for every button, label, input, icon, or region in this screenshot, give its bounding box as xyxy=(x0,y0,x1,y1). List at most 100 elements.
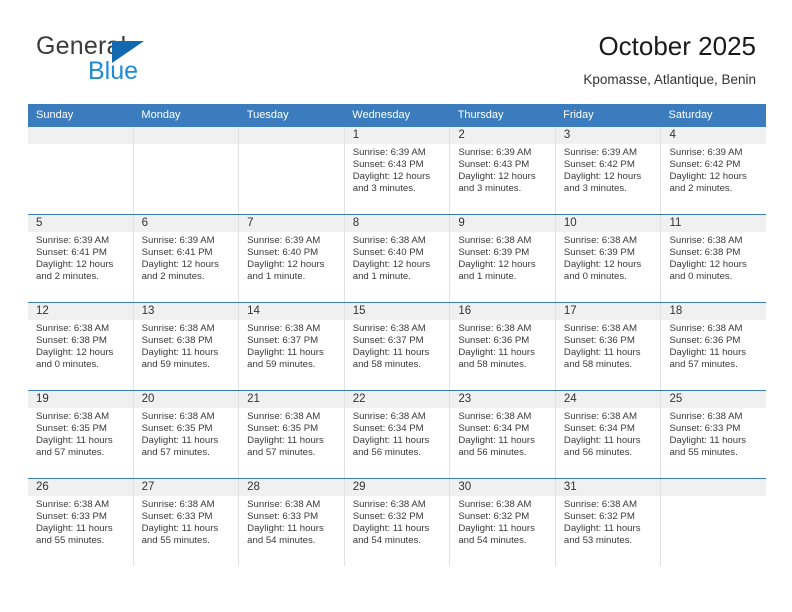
day-number: 1 xyxy=(344,127,450,144)
sunset-text: Sunset: 6:36 PM xyxy=(563,335,635,347)
day-number: 31 xyxy=(555,479,661,496)
sunset-text: Sunset: 6:34 PM xyxy=(352,423,424,435)
day-number: 26 xyxy=(28,479,133,496)
day-details xyxy=(239,144,344,147)
day-details: Sunrise: 6:38 AM Sunset: 6:34 PM Dayligh… xyxy=(345,408,450,459)
day-cell[interactable]: 16 Sunrise: 6:38 AM Sunset: 6:36 PM Dayl… xyxy=(450,303,556,390)
weekday-header-row: Sunday Monday Tuesday Wednesday Thursday… xyxy=(28,104,766,126)
sunrise-text: Sunrise: 6:38 AM xyxy=(247,323,321,334)
day-cell[interactable]: 24 Sunrise: 6:38 AM Sunset: 6:34 PM Dayl… xyxy=(555,391,662,478)
day-number: 14 xyxy=(239,303,344,320)
day-number: 13 xyxy=(133,303,239,320)
day-cell[interactable]: 29 Sunrise: 6:38 AM Sunset: 6:32 PM Dayl… xyxy=(344,479,451,566)
daylight-text: Daylight: 12 hours and 3 minutes. xyxy=(458,171,536,195)
page-subtitle: Kpomasse, Atlantique, Benin xyxy=(583,72,756,87)
sunset-text: Sunset: 6:38 PM xyxy=(36,335,107,347)
daylight-text: Daylight: 11 hours and 54 minutes. xyxy=(247,523,324,547)
sunrise-text: Sunrise: 6:38 AM xyxy=(458,323,532,334)
day-number: 11 xyxy=(661,215,767,232)
day-details: Sunrise: 6:38 AM Sunset: 6:38 PM Dayligh… xyxy=(661,232,766,283)
day-number: 21 xyxy=(239,391,344,408)
day-cell[interactable]: 6 Sunrise: 6:39 AM Sunset: 6:41 PM Dayli… xyxy=(133,215,240,302)
sunrise-text: Sunrise: 6:38 AM xyxy=(141,499,215,510)
day-cell[interactable]: 28 Sunrise: 6:38 AM Sunset: 6:33 PM Dayl… xyxy=(239,479,345,566)
day-cell[interactable] xyxy=(239,127,345,214)
day-cell[interactable]: 19 Sunrise: 6:38 AM Sunset: 6:35 PM Dayl… xyxy=(28,391,134,478)
day-cell[interactable]: 2 Sunrise: 6:39 AM Sunset: 6:43 PM Dayli… xyxy=(450,127,556,214)
day-number: 30 xyxy=(450,479,555,496)
sunrise-text: Sunrise: 6:39 AM xyxy=(141,235,215,246)
day-cell[interactable]: 20 Sunrise: 6:38 AM Sunset: 6:35 PM Dayl… xyxy=(133,391,240,478)
sunset-text: Sunset: 6:32 PM xyxy=(563,511,635,523)
daylight-text: Daylight: 12 hours and 1 minute. xyxy=(247,259,325,283)
sunset-text: Sunset: 6:34 PM xyxy=(563,423,635,435)
day-cell[interactable]: 30 Sunrise: 6:38 AM Sunset: 6:32 PM Dayl… xyxy=(450,479,556,566)
daylight-text: Daylight: 11 hours and 58 minutes. xyxy=(352,347,430,371)
day-cell[interactable]: 3 Sunrise: 6:39 AM Sunset: 6:42 PM Dayli… xyxy=(555,127,662,214)
daylight-text: Daylight: 12 hours and 3 minutes. xyxy=(563,171,642,195)
day-cell[interactable]: 18 Sunrise: 6:38 AM Sunset: 6:36 PM Dayl… xyxy=(661,303,767,390)
day-cell[interactable] xyxy=(133,127,240,214)
sunrise-text: Sunrise: 6:38 AM xyxy=(141,323,215,334)
sunrise-text: Sunrise: 6:39 AM xyxy=(458,147,532,158)
page-title: October 2025 xyxy=(598,31,756,61)
day-cell[interactable] xyxy=(28,127,134,214)
daylight-text: Daylight: 11 hours and 54 minutes. xyxy=(458,523,535,547)
day-details: Sunrise: 6:39 AM Sunset: 6:42 PM Dayligh… xyxy=(661,144,766,195)
daylight-text: Daylight: 11 hours and 57 minutes. xyxy=(36,435,113,459)
day-cell[interactable]: 11 Sunrise: 6:38 AM Sunset: 6:38 PM Dayl… xyxy=(661,215,767,302)
day-cell[interactable]: 10 Sunrise: 6:38 AM Sunset: 6:39 PM Dayl… xyxy=(555,215,662,302)
daylight-text: Daylight: 11 hours and 53 minutes. xyxy=(563,523,641,547)
daylight-text: Daylight: 11 hours and 58 minutes. xyxy=(563,347,641,371)
sunset-text: Sunset: 6:40 PM xyxy=(352,247,424,259)
day-cell[interactable]: 21 Sunrise: 6:38 AM Sunset: 6:35 PM Dayl… xyxy=(239,391,345,478)
day-details: Sunrise: 6:38 AM Sunset: 6:33 PM Dayligh… xyxy=(661,408,766,459)
day-cell[interactable]: 23 Sunrise: 6:38 AM Sunset: 6:34 PM Dayl… xyxy=(450,391,556,478)
sunrise-text: Sunrise: 6:38 AM xyxy=(352,323,426,334)
day-number: 27 xyxy=(133,479,239,496)
sunset-text: Sunset: 6:43 PM xyxy=(352,159,424,171)
daylight-text: Daylight: 11 hours and 57 minutes. xyxy=(669,347,747,371)
day-number: 12 xyxy=(28,303,133,320)
sunrise-text: Sunrise: 6:39 AM xyxy=(352,147,426,158)
calendar-week-row: 12 Sunrise: 6:38 AM Sunset: 6:38 PM Dayl… xyxy=(28,302,767,390)
day-cell[interactable]: 22 Sunrise: 6:38 AM Sunset: 6:34 PM Dayl… xyxy=(344,391,451,478)
day-cell[interactable]: 7 Sunrise: 6:39 AM Sunset: 6:40 PM Dayli… xyxy=(239,215,345,302)
day-cell[interactable]: 4 Sunrise: 6:39 AM Sunset: 6:42 PM Dayli… xyxy=(661,127,767,214)
day-cell[interactable]: 15 Sunrise: 6:38 AM Sunset: 6:37 PM Dayl… xyxy=(344,303,451,390)
day-details xyxy=(28,144,133,147)
day-details: Sunrise: 6:38 AM Sunset: 6:38 PM Dayligh… xyxy=(28,320,133,371)
day-number: 6 xyxy=(133,215,239,232)
day-cell[interactable]: 5 Sunrise: 6:39 AM Sunset: 6:41 PM Dayli… xyxy=(28,215,134,302)
day-cell[interactable]: 13 Sunrise: 6:38 AM Sunset: 6:38 PM Dayl… xyxy=(133,303,240,390)
daylight-text: Daylight: 11 hours and 56 minutes. xyxy=(352,435,430,459)
day-cell[interactable] xyxy=(661,479,767,566)
day-cell[interactable]: 14 Sunrise: 6:38 AM Sunset: 6:37 PM Dayl… xyxy=(239,303,345,390)
day-cell[interactable]: 1 Sunrise: 6:39 AM Sunset: 6:43 PM Dayli… xyxy=(344,127,451,214)
sunrise-text: Sunrise: 6:38 AM xyxy=(669,235,743,246)
day-cell[interactable]: 17 Sunrise: 6:38 AM Sunset: 6:36 PM Dayl… xyxy=(555,303,662,390)
day-number: 19 xyxy=(28,391,133,408)
day-cell[interactable]: 12 Sunrise: 6:38 AM Sunset: 6:38 PM Dayl… xyxy=(28,303,134,390)
day-cell[interactable]: 27 Sunrise: 6:38 AM Sunset: 6:33 PM Dayl… xyxy=(133,479,240,566)
day-cell[interactable]: 26 Sunrise: 6:38 AM Sunset: 6:33 PM Dayl… xyxy=(28,479,134,566)
day-details: Sunrise: 6:38 AM Sunset: 6:33 PM Dayligh… xyxy=(239,496,344,547)
sunrise-text: Sunrise: 6:38 AM xyxy=(352,411,426,422)
day-details xyxy=(661,496,766,499)
sunset-text: Sunset: 6:37 PM xyxy=(352,335,424,347)
day-details: Sunrise: 6:38 AM Sunset: 6:32 PM Dayligh… xyxy=(345,496,450,547)
day-cell[interactable]: 31 Sunrise: 6:38 AM Sunset: 6:32 PM Dayl… xyxy=(555,479,662,566)
general-blue-logo[interactable]: General Blue xyxy=(36,32,256,92)
page-header: General Blue October 2025 Kpomasse, Atla… xyxy=(0,0,792,104)
day-cell[interactable]: 25 Sunrise: 6:38 AM Sunset: 6:33 PM Dayl… xyxy=(661,391,767,478)
day-cell[interactable]: 8 Sunrise: 6:38 AM Sunset: 6:40 PM Dayli… xyxy=(344,215,451,302)
day-number xyxy=(28,127,133,144)
day-cell[interactable]: 9 Sunrise: 6:38 AM Sunset: 6:39 PM Dayli… xyxy=(450,215,556,302)
day-details: Sunrise: 6:38 AM Sunset: 6:40 PM Dayligh… xyxy=(345,232,450,283)
daylight-text: Daylight: 11 hours and 54 minutes. xyxy=(352,523,430,547)
sunset-text: Sunset: 6:41 PM xyxy=(36,247,107,259)
daylight-text: Daylight: 12 hours and 2 minutes. xyxy=(669,171,747,195)
day-number: 25 xyxy=(661,391,767,408)
sunrise-text: Sunrise: 6:39 AM xyxy=(669,147,743,158)
daylight-text: Daylight: 12 hours and 0 minutes. xyxy=(669,259,747,283)
